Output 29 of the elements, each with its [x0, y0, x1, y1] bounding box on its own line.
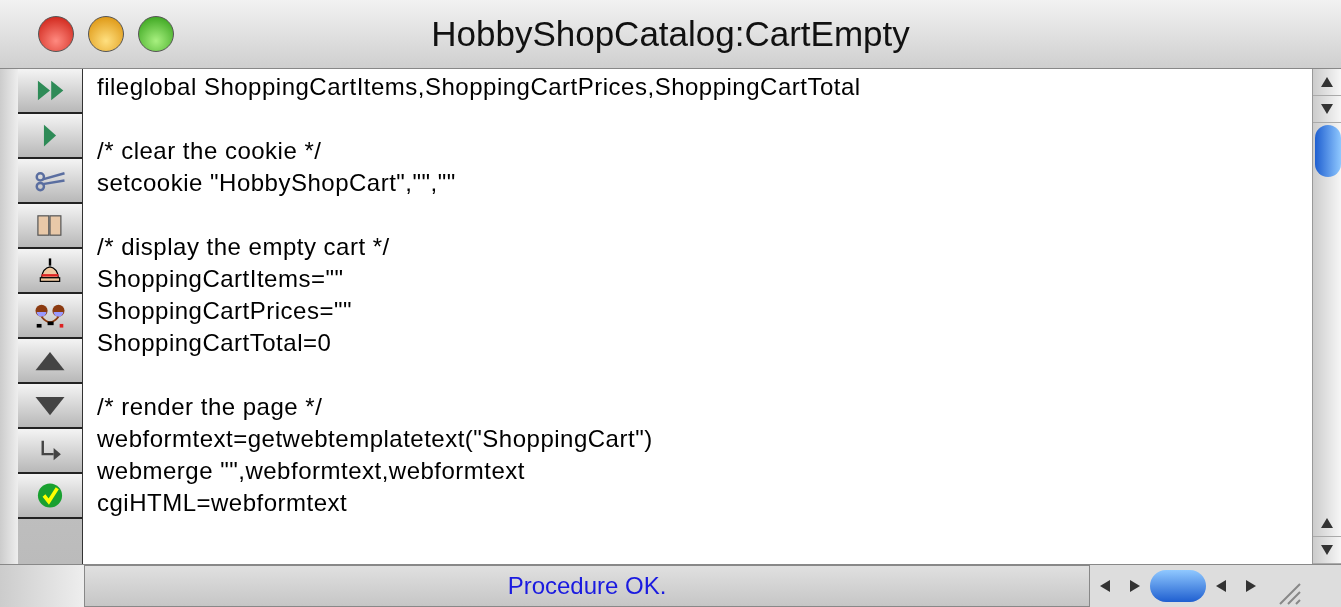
- code-line: /* clear the cookie */: [97, 136, 322, 166]
- toolbar-button[interactable]: [18, 114, 82, 159]
- code-line: webmerge "",webformtext,webformtext: [97, 456, 526, 486]
- code-line: ShoppingCartPrices="": [97, 296, 352, 326]
- code-line: ShoppingCartItems="": [97, 264, 344, 294]
- code-line: /* display the empty cart */: [97, 232, 390, 262]
- toolbar-button[interactable]: [18, 429, 82, 474]
- code-line: /* render the page */: [97, 392, 323, 422]
- minimize-button[interactable]: [88, 16, 124, 52]
- toolbar-button[interactable]: [18, 384, 82, 429]
- toolbar-button[interactable]: [18, 204, 82, 249]
- toolbar-button[interactable]: [18, 294, 82, 339]
- scroll-thumb[interactable]: [1150, 570, 1206, 602]
- toolbar-button[interactable]: [18, 249, 82, 294]
- window-title: HobbyShopCatalog:CartEmpty: [431, 14, 910, 53]
- toolbar-button[interactable]: [18, 339, 82, 384]
- scroll-thumb[interactable]: [1315, 125, 1341, 177]
- code-line: fileglobal ShoppingCartItems,ShoppingCartPrices,ShoppingCartTotal: [97, 72, 861, 102]
- code-line: setcookie "HobbyShopCart","","": [97, 168, 456, 198]
- close-button[interactable]: [38, 16, 74, 52]
- code-line: webformtext=getwebtemplatetext("ShoppingCart"): [97, 424, 653, 454]
- zoom-button[interactable]: [138, 16, 174, 52]
- status-message: Procedure OK.: [84, 565, 1090, 607]
- code-line: cgiHTML=webformtext: [97, 488, 348, 518]
- code-editor[interactable]: [83, 69, 1312, 564]
- toolbar-button[interactable]: [18, 69, 82, 114]
- code-line: ShoppingCartTotal=0: [97, 328, 332, 358]
- toolbar-button[interactable]: [18, 159, 82, 204]
- toolbar-button[interactable]: [18, 474, 82, 519]
